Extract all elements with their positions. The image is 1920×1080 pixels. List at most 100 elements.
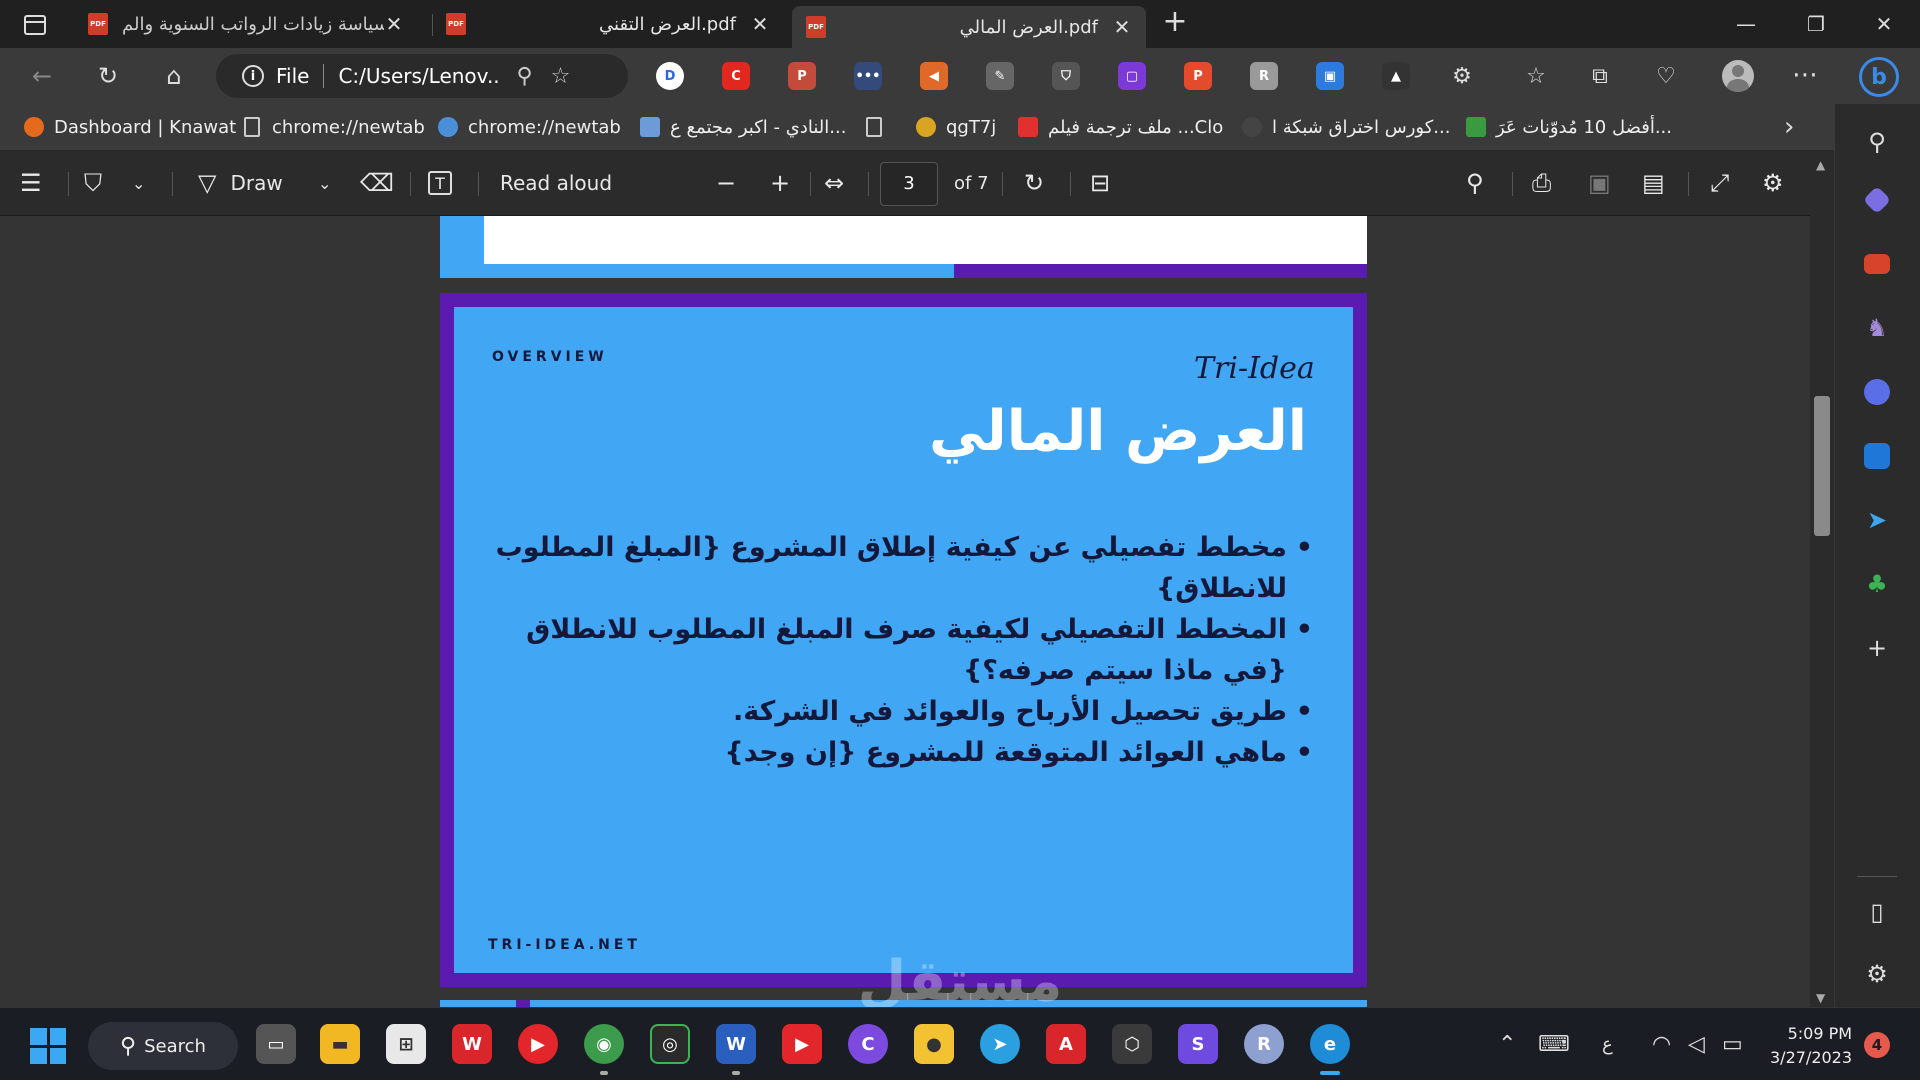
page-number-input[interactable]: 3 (880, 162, 938, 206)
close-tab-icon[interactable]: ✕ (384, 12, 404, 36)
sidebar-hide-button[interactable]: ▯ (1857, 892, 1897, 932)
profile-avatar[interactable] (1722, 60, 1754, 92)
sidebar-send-button[interactable]: ➤ (1857, 500, 1897, 540)
tab-salary-policy[interactable]: PDF سياسة زيادات الرواتب السنوية والم ✕ (74, 4, 418, 44)
bookmark-newtab-1[interactable]: chrome://newtab (244, 114, 425, 140)
ms-store-icon[interactable]: ⊞ (386, 1024, 426, 1064)
dots-extension-icon[interactable]: ••• (854, 62, 882, 90)
sidebar-search-button[interactable]: ⚲ (1857, 122, 1897, 162)
sidebar-add-button[interactable]: + (1857, 628, 1897, 668)
start-button[interactable] (30, 1028, 66, 1064)
canva-icon[interactable]: C (848, 1024, 888, 1064)
refresh-button[interactable]: ↻ (88, 58, 128, 94)
save-as-button[interactable]: ▤ (1642, 168, 1665, 198)
show-hidden-icons[interactable]: ⌃ (1498, 1032, 1516, 1057)
maximize-button[interactable]: ❐ (1786, 6, 1846, 42)
p-extension-icon[interactable]: P (788, 62, 816, 90)
app-s-icon[interactable]: S (1178, 1024, 1218, 1064)
address-bar[interactable]: i File C:/Users/Lenov... ⚲ ☆ (216, 54, 628, 98)
erase-button[interactable]: ⌫ (360, 168, 394, 198)
chrome-icon[interactable]: ◉ (584, 1024, 624, 1064)
wps-icon[interactable]: W (452, 1024, 492, 1064)
tab-actions-button[interactable] (14, 8, 56, 42)
scroll-down-icon[interactable]: ▼ (1816, 991, 1825, 1005)
p2-extension-icon[interactable]: P (1184, 62, 1212, 90)
zoom-in-button[interactable]: + (770, 168, 790, 198)
notification-badge[interactable]: 4 (1864, 1032, 1890, 1058)
save-button[interactable]: ▣ (1588, 168, 1611, 198)
edge-icon[interactable]: e (1310, 1024, 1350, 1064)
volume-icon[interactable]: ◁ (1688, 1032, 1705, 1057)
collections-icon[interactable]: ⧉ (1584, 60, 1616, 92)
sidebar-settings-button[interactable]: ⚙ (1857, 954, 1897, 994)
site-info-icon[interactable]: i (242, 65, 264, 87)
wifi-icon[interactable]: ◠ (1652, 1032, 1671, 1057)
shield-extension-icon[interactable]: ⛉ (1052, 62, 1080, 90)
browser-essentials-icon[interactable]: ♡ (1650, 60, 1682, 92)
draw-button[interactable]: ▽ Draw (198, 168, 283, 198)
rotate-button[interactable]: ↻ (1024, 168, 1044, 198)
close-tab-icon[interactable]: ✕ (1112, 15, 1132, 39)
sidebar-tree-button[interactable]: ♣ (1857, 564, 1897, 604)
keep-icon[interactable]: ● (914, 1024, 954, 1064)
bookmark-nadi[interactable]: النادي - اكبر مجتمع ع... (640, 114, 846, 140)
youtube-icon[interactable]: ▶ (782, 1024, 822, 1064)
r-extension-icon[interactable]: R (1250, 62, 1278, 90)
favorites-icon[interactable]: ☆ (1520, 60, 1552, 92)
read-aloud-button[interactable]: Read aloud (500, 168, 612, 198)
pdf-viewport[interactable]: OVERVIEW Tri-Idea العرض المالي مخطط تفصي… (0, 216, 1810, 1007)
red-c-extension-icon[interactable]: C (722, 62, 750, 90)
zoom-out-button[interactable]: − (716, 168, 736, 198)
system-clock[interactable]: 5:09 PM 3/27/2023 (1770, 1022, 1852, 1070)
vertical-scrollbar[interactable]: ▲ ▼ (1810, 150, 1834, 1007)
add-text-button[interactable]: T (428, 168, 452, 198)
settings-more-icon[interactable]: ⋯ (1792, 60, 1819, 90)
youtube-music-icon[interactable]: ▶ (518, 1024, 558, 1064)
word-icon[interactable]: W (716, 1024, 756, 1064)
fit-to-width-button[interactable]: ⇔ (824, 168, 844, 198)
keyboard-icon[interactable]: ⌨ (1538, 1032, 1570, 1057)
bookmark-qgt7j[interactable]: qgT7j (916, 114, 996, 140)
bookmark-subtitle-file[interactable]: ملف ترجمة فيلم ...Clo (1018, 114, 1223, 140)
bookmark-knawat[interactable]: Dashboard | Knawat (24, 114, 236, 140)
close-window-button[interactable]: ✕ (1854, 6, 1914, 42)
bookmark-newtab-2[interactable]: chrome://newtab (438, 114, 621, 140)
bookmark-blank[interactable] (866, 114, 894, 140)
zoom-icon[interactable]: ⚲ (516, 64, 532, 89)
draw-options-button[interactable]: ⌄ (318, 168, 331, 198)
page-view-button[interactable]: ⊟ (1090, 168, 1110, 198)
back-button[interactable]: ← (22, 58, 62, 94)
sidebar-shopping-button[interactable] (1857, 180, 1897, 220)
sidebar-office-button[interactable] (1857, 372, 1897, 412)
telegram-icon[interactable]: ➤ (980, 1024, 1020, 1064)
app-hex-icon[interactable]: ⬡ (1112, 1024, 1152, 1064)
sidebar-games-button[interactable]: ♞ (1857, 308, 1897, 348)
megaphone-extension-icon[interactable]: ◀ (920, 62, 948, 90)
feather-extension-icon[interactable]: ✎ (986, 62, 1014, 90)
full-screen-button[interactable]: ⤢ (1710, 168, 1729, 198)
tab-technical-offer[interactable]: PDF العرض التقني.pdf ✕ (432, 4, 784, 44)
bookmark-best-blogs[interactable]: أفضل 10 مُدوّنات عَرَ... (1466, 114, 1672, 140)
scroll-up-icon[interactable]: ▲ (1816, 158, 1825, 172)
taskbar-search[interactable]: ⚲ Search (88, 1022, 238, 1070)
hat-extension-icon[interactable]: ▲ (1382, 62, 1410, 90)
d-extension-icon[interactable]: D (656, 62, 684, 90)
extensions-icon[interactable]: ⚙ (1446, 60, 1478, 92)
close-tab-icon[interactable]: ✕ (750, 12, 770, 36)
scrollbar-thumb[interactable] (1814, 396, 1830, 536)
pdf-settings-button[interactable]: ⚙ (1762, 168, 1784, 198)
tab-financial-offer[interactable]: PDF العرض المالي.pdf ✕ (792, 6, 1146, 48)
task-view-icon[interactable]: ▭ (256, 1024, 296, 1064)
r-app-icon[interactable]: R (1244, 1024, 1284, 1064)
minimize-button[interactable]: — (1716, 6, 1776, 42)
purple-square-extension-icon[interactable]: ▢ (1118, 62, 1146, 90)
screen-extension-icon[interactable]: ▣ (1316, 62, 1344, 90)
bing-chat-button[interactable]: b (1858, 56, 1900, 98)
new-tab-button[interactable]: + (1160, 7, 1190, 40)
more-bookmarks-chevron-icon[interactable]: › (1784, 112, 1794, 142)
sidebar-outlook-button[interactable] (1857, 436, 1897, 476)
add-favorite-icon[interactable]: ☆ (551, 64, 571, 89)
acrobat-icon[interactable]: A (1046, 1024, 1086, 1064)
input-language[interactable]: ع (1602, 1034, 1613, 1055)
battery-icon[interactable]: ▭ (1722, 1032, 1743, 1057)
